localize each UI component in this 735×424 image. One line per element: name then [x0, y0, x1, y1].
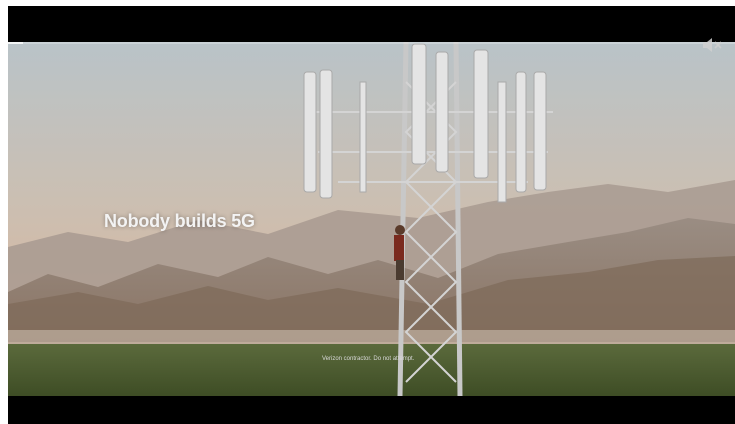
video-headline: Nobody builds 5G — [104, 211, 255, 231]
video-frame[interactable]: Nobody builds 5G Verizon contractor. Do … — [8, 42, 735, 396]
progress-bar[interactable] — [8, 42, 735, 44]
video-player[interactable]: Nobody builds 5G Verizon contractor. Do … — [8, 6, 735, 424]
progress-fill — [8, 42, 23, 44]
field — [8, 344, 735, 396]
speaker-muted-icon — [701, 36, 723, 59]
mute-button[interactable] — [699, 36, 725, 58]
video-disclaimer: Verizon contractor. Do not attempt. — [322, 356, 415, 362]
